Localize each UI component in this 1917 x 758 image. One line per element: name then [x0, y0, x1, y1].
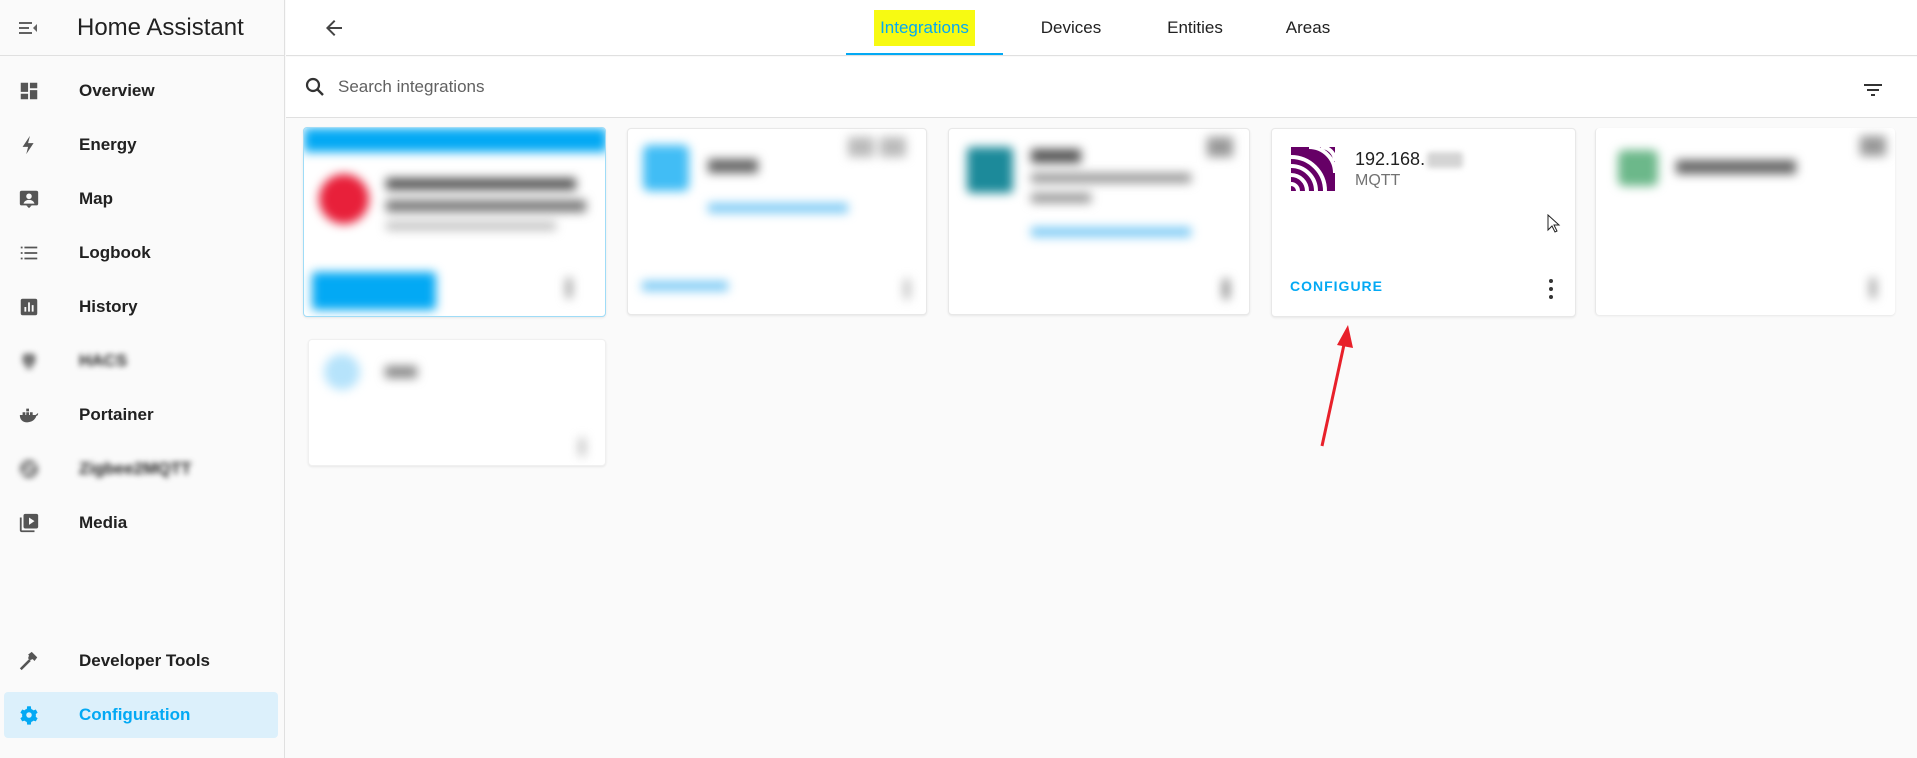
tab-integrations[interactable]: Integrations: [854, 0, 995, 56]
back-arrow-icon[interactable]: [316, 10, 352, 46]
blurred-content: [309, 340, 605, 465]
sidebar-header: Home Assistant: [0, 0, 284, 56]
tab-devices[interactable]: Devices: [1021, 0, 1121, 56]
hacs-icon: [17, 349, 41, 373]
lightning-icon: [17, 133, 41, 157]
hammer-icon: [17, 649, 41, 673]
zigbee-icon: [17, 457, 41, 481]
sidebar-item-history[interactable]: History: [4, 284, 278, 330]
sidebar-item-hacs[interactable]: HACS: [4, 338, 278, 384]
blurred-content: [628, 129, 926, 314]
tab-label: Areas: [1285, 18, 1331, 37]
sidebar-item-label: Logbook: [79, 243, 151, 262]
integration-card-hacs[interactable]: [627, 128, 927, 315]
sidebar-item-zigbee2mqtt[interactable]: Zigbee2MQTT: [4, 446, 278, 492]
blurred-content: [949, 129, 1249, 314]
search-input[interactable]: [338, 71, 1138, 103]
sidebar-item-label: Energy: [79, 135, 137, 154]
blurred-content: [304, 128, 605, 316]
sidebar-item-label: Map: [79, 189, 113, 208]
integration-name: MQTT: [1355, 172, 1401, 189]
sidebar-item-label: HACS: [79, 351, 128, 370]
tab-entities[interactable]: Entities: [1145, 0, 1245, 56]
mqtt-logo-icon: [1291, 147, 1335, 191]
map-account-icon: [17, 187, 41, 211]
chart-box-icon: [17, 295, 41, 319]
top-bar: Integrations Devices Entities Areas: [286, 0, 1917, 56]
sidebar: Home Assistant Overview Energy Map Logbo…: [0, 0, 285, 758]
host-text: 192.168.: [1355, 149, 1426, 169]
more-options-icon[interactable]: [1548, 279, 1554, 299]
sidebar-item-energy[interactable]: Energy: [4, 122, 278, 168]
menu-collapse-icon[interactable]: [0, 0, 56, 56]
app-root: Home Assistant Overview Energy Map Logbo…: [0, 0, 1917, 758]
mouse-cursor-icon: [1547, 214, 1561, 233]
sidebar-item-label: Media: [79, 513, 128, 532]
gear-icon: [17, 703, 41, 727]
integration-host: 192.168.: [1355, 149, 1464, 170]
integration-card-mqtt[interactable]: 192.168. MQTT CONFIGURE: [1271, 128, 1576, 317]
sidebar-item-configuration[interactable]: Configuration: [4, 692, 278, 738]
tab-label: Integrations: [874, 10, 975, 46]
configure-button[interactable]: CONFIGURE: [1290, 278, 1383, 294]
blurred-content: [1596, 128, 1895, 315]
search-bar: [286, 57, 1917, 118]
search-icon: [303, 75, 327, 104]
sidebar-item-map[interactable]: Map: [4, 176, 278, 222]
sidebar-item-overview[interactable]: Overview: [4, 68, 278, 114]
tab-label: Devices: [1040, 18, 1102, 37]
sidebar-item-label: Zigbee2MQTT: [79, 459, 192, 478]
tab-label: Entities: [1167, 18, 1223, 37]
list-icon: [17, 241, 41, 265]
sidebar-item-label: History: [79, 297, 138, 316]
tab-areas[interactable]: Areas: [1258, 0, 1358, 56]
app-title: Home Assistant: [77, 13, 244, 41]
redacted-ip: [1427, 152, 1464, 169]
sidebar-item-label: Overview: [79, 81, 155, 100]
sidebar-item-developer-tools[interactable]: Developer Tools: [4, 638, 278, 684]
integration-card-sun[interactable]: [308, 339, 606, 466]
sidebar-item-media[interactable]: Media: [4, 500, 278, 546]
sidebar-item-logbook[interactable]: Logbook: [4, 230, 278, 276]
active-tab-indicator: [846, 53, 1003, 55]
integration-card-discovered[interactable]: [303, 127, 606, 317]
sidebar-item-label: Developer Tools: [79, 651, 210, 670]
play-box-icon: [17, 511, 41, 535]
sidebar-item-label: Portainer: [79, 405, 154, 424]
dashboard-icon: [17, 79, 41, 103]
sidebar-item-label: Configuration: [79, 705, 191, 724]
docker-icon: [17, 403, 41, 427]
sidebar-item-portainer[interactable]: Portainer: [4, 392, 278, 438]
integration-card-radio-browser[interactable]: [1595, 128, 1895, 315]
integration-card-met[interactable]: [948, 128, 1250, 315]
filter-icon[interactable]: [1858, 75, 1888, 105]
